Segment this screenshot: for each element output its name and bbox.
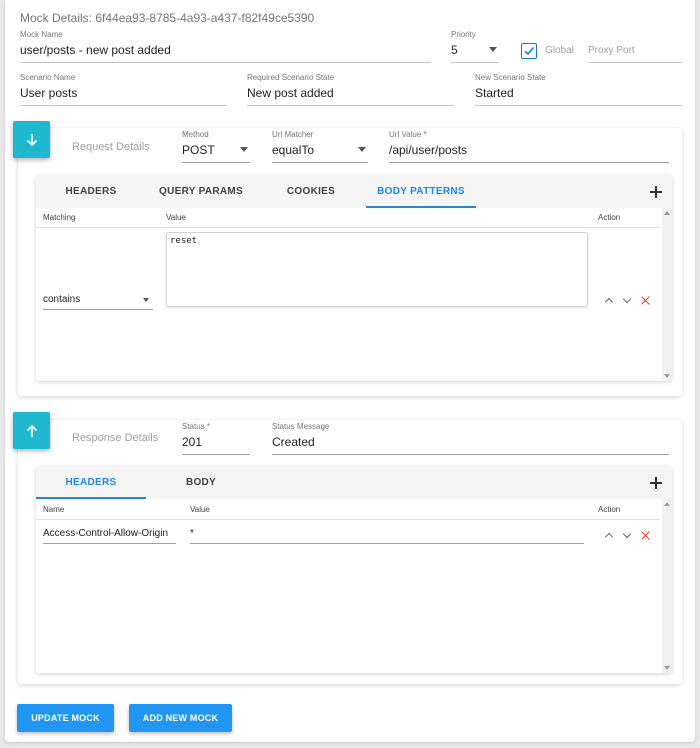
column-name: Name (43, 505, 65, 514)
mock-name-input[interactable]: user/posts - new post added (20, 43, 431, 63)
tab-headers[interactable]: HEADERS (36, 175, 146, 208)
header-value-input[interactable]: * (190, 528, 584, 544)
url-value-label: Url Value * (389, 130, 427, 139)
url-value-input[interactable]: /api/user/posts (389, 143, 669, 163)
mock-details-page: Mock Details: 6f44ea93-8785-4a93-a437-f8… (5, 0, 695, 742)
request-tabs: HEADERS QUERY PARAMS COOKIES BODY PATTER… (36, 175, 672, 208)
mock-name-value: user/posts - new post added (20, 43, 171, 57)
column-matching: Matching (43, 213, 76, 222)
chevron-down-icon (358, 147, 366, 152)
status-message-input[interactable]: Created (272, 435, 669, 455)
method-select[interactable]: POST (182, 143, 250, 163)
url-matcher-value: equalTo (272, 143, 315, 157)
move-down-icon[interactable] (622, 529, 632, 539)
scroll-up-icon[interactable] (664, 502, 670, 506)
url-value: /api/user/posts (389, 143, 468, 157)
column-action: Action (598, 505, 621, 514)
response-table-card: HEADERS BODY Name Value Action Access-Co… (36, 466, 672, 673)
scenario-name-label: Scenario Name (20, 73, 76, 82)
move-down-icon[interactable] (622, 294, 632, 304)
body-pattern-value: reset (170, 236, 198, 246)
header-divider (36, 227, 660, 228)
request-table-scrollbar[interactable] (662, 208, 672, 381)
collapse-request-button[interactable] (13, 121, 50, 158)
update-mock-button[interactable]: UPDATE MOCK (17, 704, 114, 732)
arrow-up-icon (26, 424, 37, 437)
header-name-value: Access-Control-Allow-Origin (43, 528, 169, 539)
scroll-up-icon[interactable] (664, 211, 670, 215)
header-divider (36, 519, 660, 520)
move-up-icon[interactable] (604, 297, 614, 307)
status-input[interactable]: 201 (182, 435, 250, 455)
move-up-icon[interactable] (604, 532, 614, 542)
delete-icon[interactable] (641, 531, 650, 540)
add-icon[interactable] (648, 184, 664, 200)
mock-id: 6f44ea93-8785-4a93-a437-f82f49ce5390 (95, 11, 315, 25)
proxy-port-input[interactable]: Proxy Port (588, 43, 682, 63)
body-pattern-textarea[interactable]: reset (166, 232, 588, 307)
tab-body-patterns[interactable]: BODY PATTERNS (366, 175, 476, 208)
status-message-value: Created (272, 435, 315, 449)
mock-name-label: Mock Name (20, 30, 63, 39)
column-value: Value (166, 213, 186, 222)
check-icon (524, 46, 535, 56)
chevron-down-icon (143, 298, 149, 302)
scenario-name-value: User posts (20, 86, 78, 100)
response-section-title: Response Details (72, 432, 159, 444)
header-value: * (190, 528, 194, 539)
status-label: Status * (182, 422, 211, 431)
add-new-mock-button[interactable]: ADD NEW MOCK (129, 704, 232, 732)
required-state-input[interactable]: New post added (247, 86, 454, 106)
collapse-response-button[interactable] (13, 412, 50, 449)
priority-value: 5 (451, 43, 458, 57)
new-state-label: New Scenario State (475, 73, 546, 82)
proxy-port-placeholder: Proxy Port (588, 45, 635, 56)
chevron-down-icon (489, 47, 497, 52)
delete-icon[interactable] (641, 296, 650, 305)
request-table-card: HEADERS QUERY PARAMS COOKIES BODY PATTER… (36, 175, 672, 381)
method-label: Method (182, 130, 209, 139)
scenario-name-input[interactable]: User posts (20, 86, 227, 106)
page-title: Mock Details: 6f44ea93-8785-4a93-a437-f8… (20, 11, 314, 25)
chevron-down-icon (240, 147, 248, 152)
matching-select[interactable]: contains (43, 294, 153, 310)
new-state-value: Started (475, 86, 514, 100)
required-state-value: New post added (247, 86, 334, 100)
response-tabs: HEADERS BODY (36, 466, 672, 499)
tab-cookies[interactable]: COOKIES (256, 175, 366, 208)
tab-query-params[interactable]: QUERY PARAMS (146, 175, 256, 208)
response-table-scrollbar[interactable] (662, 499, 672, 673)
scroll-down-icon[interactable] (664, 374, 670, 378)
scroll-down-icon[interactable] (664, 666, 670, 670)
global-label: Global (545, 45, 574, 56)
priority-label: Priority (451, 30, 476, 39)
arrow-down-icon (26, 133, 37, 146)
request-section-title: Request Details (72, 141, 150, 153)
status-message-label: Status Message (272, 422, 330, 431)
request-details-card: Request Details Method POST Url Matcher … (18, 128, 682, 396)
response-details-card: Response Details Status * 201 Status Mes… (18, 420, 682, 684)
url-matcher-label: Url Matcher (272, 130, 314, 139)
add-icon[interactable] (648, 475, 664, 491)
status-value: 201 (182, 435, 203, 449)
matching-value: contains (43, 294, 81, 305)
priority-select[interactable]: 5 (451, 43, 499, 63)
tab-headers[interactable]: HEADERS (36, 466, 146, 499)
page-title-prefix: Mock Details: (20, 11, 96, 25)
new-state-input[interactable]: Started (475, 86, 682, 106)
required-state-label: Required Scenario State (247, 73, 335, 82)
column-action: Action (598, 213, 621, 222)
header-name-input[interactable]: Access-Control-Allow-Origin (43, 528, 176, 544)
url-matcher-select[interactable]: equalTo (272, 143, 368, 163)
tab-body[interactable]: BODY (146, 466, 256, 499)
global-checkbox[interactable] (521, 43, 537, 59)
column-value: Value (190, 505, 210, 514)
method-value: POST (182, 143, 215, 157)
